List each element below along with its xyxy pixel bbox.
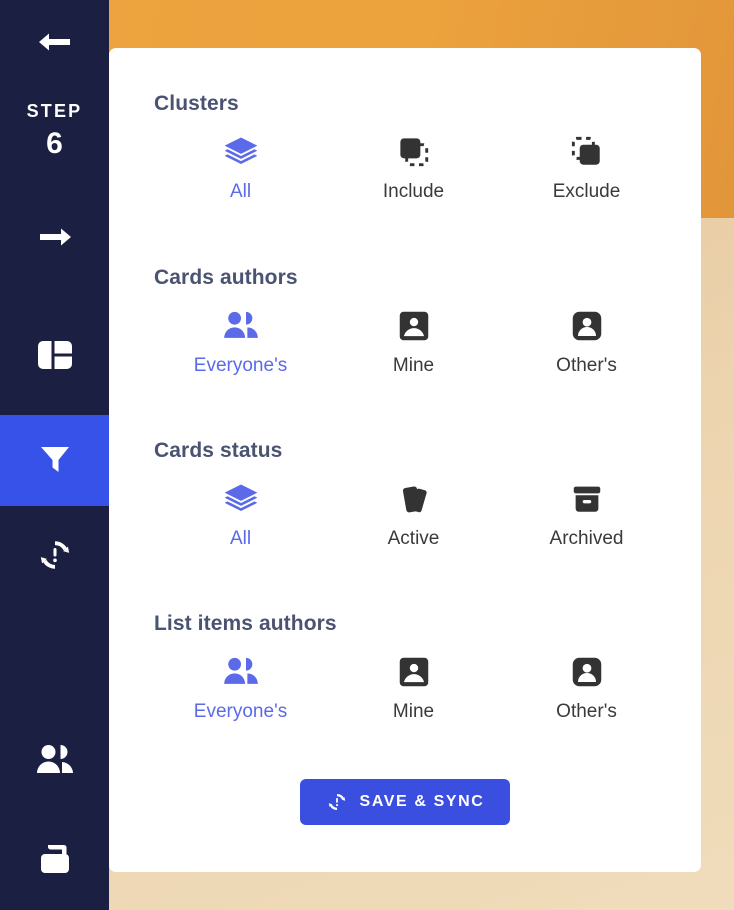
sidebar-item-members[interactable] [0, 732, 109, 792]
arrow-right-icon [36, 223, 74, 256]
option-cards-status-archived[interactable]: Archived [500, 477, 673, 551]
option-clusters-exclude[interactable]: Exclude [500, 130, 673, 204]
person-badge-icon [568, 304, 606, 348]
sidebar-item-layout[interactable] [0, 327, 109, 387]
option-label: Everyone's [193, 355, 288, 376]
option-label: Mine [392, 701, 435, 722]
sidebar-item-sync-alert[interactable] [0, 527, 109, 587]
option-group: Everyone's Mine Other's [154, 304, 701, 378]
option-label: Exclude [552, 181, 621, 202]
option-clusters-all[interactable]: All [154, 130, 327, 204]
option-label: All [229, 528, 252, 549]
step-number: 6 [46, 127, 63, 160]
option-label: Other's [556, 355, 617, 376]
layers-icon [221, 130, 261, 174]
portrait-card-icon [395, 304, 433, 348]
option-label: Active [387, 528, 440, 549]
portrait-card-icon [395, 650, 433, 694]
step-word: STEP [26, 101, 83, 121]
sidebar-item-workspace[interactable] [0, 831, 109, 891]
option-cards-authors-everyones[interactable]: Everyone's [154, 304, 327, 378]
save-bar: SAVE & SYNC [109, 779, 701, 825]
option-cards-authors-others[interactable]: Other's [500, 304, 673, 378]
sidebar-back-button[interactable] [0, 14, 109, 74]
section-title: Cards authors [154, 266, 298, 289]
cards-icon [395, 477, 433, 521]
app-root: STEP 6 Clusters All Include Exclude Card… [0, 0, 734, 910]
save-and-sync-button[interactable]: SAVE & SYNC [299, 779, 511, 825]
option-label: Other's [556, 701, 617, 722]
option-group: All Include Exclude [154, 130, 701, 204]
section-title: List items authors [154, 612, 337, 635]
option-label: Everyone's [193, 701, 288, 722]
save-button-label: SAVE & SYNC [359, 793, 485, 810]
exclude-square-icon [567, 130, 607, 174]
option-list-items-authors-everyones[interactable]: Everyone's [154, 650, 327, 724]
section-title: Cards status [154, 439, 283, 462]
briefcase-icon [35, 841, 75, 882]
option-label: All [229, 181, 252, 202]
people-icon [34, 743, 76, 782]
person-badge-icon [568, 650, 606, 694]
layers-icon [221, 477, 261, 521]
sidebar-item-filter[interactable] [0, 415, 109, 506]
people-icon [221, 304, 261, 348]
option-list-items-authors-others[interactable]: Other's [500, 650, 673, 724]
option-cards-status-all[interactable]: All [154, 477, 327, 551]
layout-icon [35, 337, 75, 378]
option-cards-status-active[interactable]: Active [327, 477, 500, 551]
sidebar: STEP 6 [0, 0, 109, 910]
option-label: Include [382, 181, 445, 202]
option-label: Mine [392, 355, 435, 376]
archive-box-icon [568, 477, 606, 521]
sync-alert-icon [326, 791, 348, 813]
include-square-icon [394, 130, 434, 174]
option-clusters-include[interactable]: Include [327, 130, 500, 204]
filters-panel: Clusters All Include Exclude Cards autho… [109, 48, 701, 872]
step-indicator: STEP 6 [0, 98, 109, 164]
option-cards-authors-mine[interactable]: Mine [327, 304, 500, 378]
option-label: Archived [549, 528, 624, 549]
sync-alert-icon [36, 536, 74, 579]
option-group: Everyone's Mine Other's [154, 650, 701, 724]
arrow-left-icon [36, 28, 74, 61]
option-list-items-authors-mine[interactable]: Mine [327, 650, 500, 724]
people-icon [221, 650, 261, 694]
option-group: All Active Archived [154, 477, 701, 551]
section-title: Clusters [154, 92, 239, 115]
sidebar-forward-button[interactable] [0, 209, 109, 269]
filter-funnel-icon [37, 440, 73, 481]
